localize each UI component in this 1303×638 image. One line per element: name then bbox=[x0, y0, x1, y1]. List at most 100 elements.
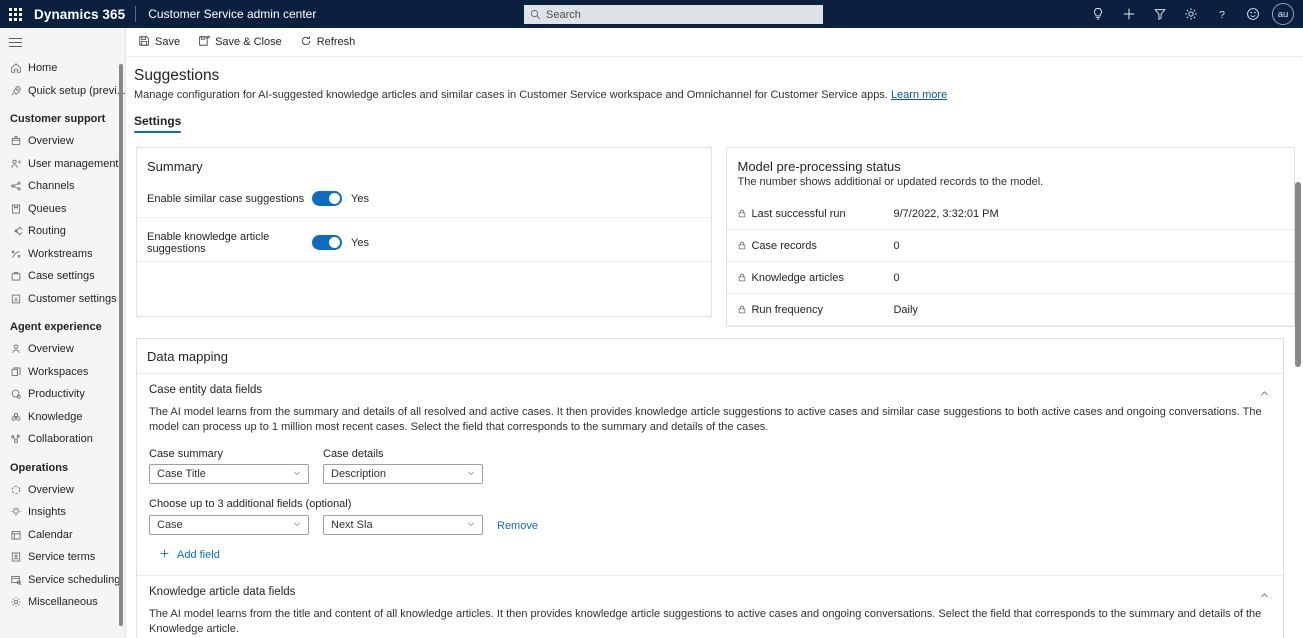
sidebar-item-home[interactable]: Home bbox=[0, 57, 125, 80]
sidebar-item-service-terms[interactable]: Service terms bbox=[0, 546, 125, 569]
sidebar-item-calendar[interactable]: Calendar bbox=[0, 524, 125, 547]
knowledge-article-suggestions-value: Yes bbox=[351, 237, 369, 249]
main-scrollbar-thumb[interactable] bbox=[1295, 182, 1301, 367]
lock-icon bbox=[737, 304, 751, 315]
additional-fields-label: Choose up to 3 additional fields (option… bbox=[149, 498, 1271, 510]
knowledge-article-suggestions-label: Enable knowledge article suggestions bbox=[147, 231, 312, 255]
sidebar-item-case-settings[interactable]: Case settings bbox=[0, 265, 125, 288]
sidebar-item-knowledge[interactable]: Knowledge bbox=[0, 406, 125, 429]
similar-case-suggestions-label: Enable similar case suggestions bbox=[147, 193, 312, 205]
additional-fields-row: Case Next Sla bbox=[149, 515, 1271, 535]
page-description: Manage configuration for AI-suggested kn… bbox=[126, 85, 1303, 101]
chevron-down-icon bbox=[292, 519, 302, 532]
tab-strip: Settings bbox=[134, 114, 1303, 133]
chevron-up-icon[interactable] bbox=[1257, 588, 1271, 602]
sidebar-item-miscellaneous[interactable]: Miscellaneous bbox=[0, 591, 125, 614]
lock-icon bbox=[737, 208, 751, 219]
status-row-case-records: Case records 0 bbox=[727, 230, 1294, 262]
page-title: Suggestions bbox=[126, 57, 1303, 85]
sidebar-item-queues[interactable]: Queues bbox=[0, 198, 125, 221]
sidebar-item-channels[interactable]: Channels bbox=[0, 175, 125, 198]
sidebar-item-collaboration[interactable]: Collaboration bbox=[0, 428, 125, 451]
save-button[interactable]: Save bbox=[130, 31, 188, 54]
sidebar-item-user-management[interactable]: User management bbox=[0, 153, 125, 176]
sidebar-item-label: Productivity bbox=[27, 388, 85, 400]
waffle-grid bbox=[9, 8, 22, 21]
knowledge-article-suggestions-row: Enable knowledge article suggestions Yes bbox=[137, 224, 711, 262]
filter-icon[interactable] bbox=[1144, 0, 1175, 28]
user-management-icon bbox=[10, 158, 27, 170]
insights-icon bbox=[10, 506, 27, 518]
sidebar-item-label: Queues bbox=[27, 203, 67, 215]
add-field-button[interactable]: Add field bbox=[159, 548, 1271, 562]
sidebar-item-label: Home bbox=[27, 62, 57, 74]
main-content: Save Save & Close Refresh Suggestions Ma… bbox=[126, 28, 1303, 638]
learn-more-link[interactable]: Learn more bbox=[891, 89, 947, 101]
sidebar-item-label: Customer settings bbox=[27, 293, 117, 305]
sidebar-item-quick-setup[interactable]: Quick setup (previ... bbox=[0, 80, 125, 103]
chevron-up-icon[interactable] bbox=[1257, 386, 1271, 400]
case-details-dropdown[interactable]: Description bbox=[323, 464, 483, 484]
sidebar-item-cs-overview[interactable]: Overview bbox=[0, 130, 125, 153]
smiley-icon[interactable] bbox=[1237, 0, 1268, 28]
question-icon[interactable]: ? bbox=[1206, 0, 1237, 28]
service-terms-icon bbox=[10, 551, 27, 563]
sidebar-item-routing[interactable]: Routing bbox=[0, 220, 125, 243]
search-box[interactable] bbox=[524, 5, 823, 24]
similar-case-suggestions-toggle[interactable] bbox=[312, 191, 342, 206]
additional-attribute-dropdown[interactable]: Next Sla bbox=[323, 515, 483, 535]
search-input[interactable] bbox=[546, 9, 817, 21]
sidebar-item-customer-settings[interactable]: A Customer settings bbox=[0, 288, 125, 311]
workstreams-icon bbox=[10, 248, 27, 260]
hamburger-icon bbox=[9, 38, 22, 48]
avatar[interactable]: au bbox=[1272, 3, 1294, 25]
suite-icon-group: ? au bbox=[1082, 0, 1299, 28]
sidebar-group-customer-support: Customer support bbox=[0, 102, 125, 130]
service-scheduling-icon bbox=[10, 574, 27, 586]
additional-entity-dropdown[interactable]: Case bbox=[149, 515, 309, 535]
cards-row: Summary Enable similar case suggestions … bbox=[136, 147, 1295, 327]
site-map-toggle-button[interactable] bbox=[0, 28, 125, 57]
sidebar-item-ops-overview[interactable]: Overview bbox=[0, 479, 125, 502]
status-value: 9/7/2022, 3:32:01 PM bbox=[893, 208, 998, 220]
operations-overview-icon bbox=[10, 484, 27, 496]
status-label: Run frequency bbox=[751, 304, 893, 316]
knowledge-section-description: The AI model learns from the title and c… bbox=[149, 607, 1271, 637]
app-launcher-icon[interactable] bbox=[0, 0, 30, 28]
sidebar-item-service-scheduling[interactable]: Service scheduling bbox=[0, 569, 125, 592]
chevron-down-icon bbox=[292, 468, 302, 481]
status-value: 0 bbox=[893, 240, 899, 252]
overview-icon bbox=[10, 135, 27, 147]
additional-entity-value: Case bbox=[157, 519, 183, 531]
app-name-label[interactable]: Customer Service admin center bbox=[136, 7, 316, 21]
sidebar-item-productivity[interactable]: Productivity bbox=[0, 383, 125, 406]
sidebar-item-label: Overview bbox=[27, 135, 74, 147]
person-icon bbox=[10, 343, 27, 355]
sidebar-scrollbar-thumb[interactable] bbox=[119, 64, 124, 626]
save-close-icon bbox=[198, 35, 210, 50]
sidebar-item-insights[interactable]: Insights bbox=[0, 501, 125, 524]
data-mapping-panel: Data mapping Case entity data fields The… bbox=[136, 338, 1284, 638]
lightbulb-icon[interactable] bbox=[1082, 0, 1113, 28]
tab-settings[interactable]: Settings bbox=[134, 114, 181, 133]
svg-text:A: A bbox=[14, 297, 18, 303]
remove-field-link[interactable]: Remove bbox=[497, 520, 538, 535]
summary-card: Summary Enable similar case suggestions … bbox=[136, 147, 712, 317]
knowledge-article-suggestions-toggle[interactable] bbox=[312, 235, 342, 250]
case-details-label: Case details bbox=[323, 448, 483, 460]
sidebar-item-workstreams[interactable]: Workstreams bbox=[0, 243, 125, 266]
sidebar-item-label: Calendar bbox=[27, 529, 73, 541]
save-and-close-button[interactable]: Save & Close bbox=[190, 31, 290, 54]
case-entity-data-fields-section: Case entity data fields The AI model lea… bbox=[137, 374, 1283, 576]
brand-label[interactable]: Dynamics 365 bbox=[30, 7, 135, 22]
sidebar-item-ax-overview[interactable]: Overview bbox=[0, 338, 125, 361]
plus-icon bbox=[159, 548, 170, 562]
case-summary-dropdown[interactable]: Case Title bbox=[149, 464, 309, 484]
sidebar-item-label: Overview bbox=[27, 484, 74, 496]
gear-icon[interactable] bbox=[1175, 0, 1206, 28]
refresh-button[interactable]: Refresh bbox=[292, 31, 364, 54]
model-status-rows: Last successful run 9/7/2022, 3:32:01 PM… bbox=[727, 198, 1294, 326]
lock-icon bbox=[737, 240, 751, 251]
sidebar-item-workspaces[interactable]: Workspaces bbox=[0, 361, 125, 384]
plus-icon[interactable] bbox=[1113, 0, 1144, 28]
